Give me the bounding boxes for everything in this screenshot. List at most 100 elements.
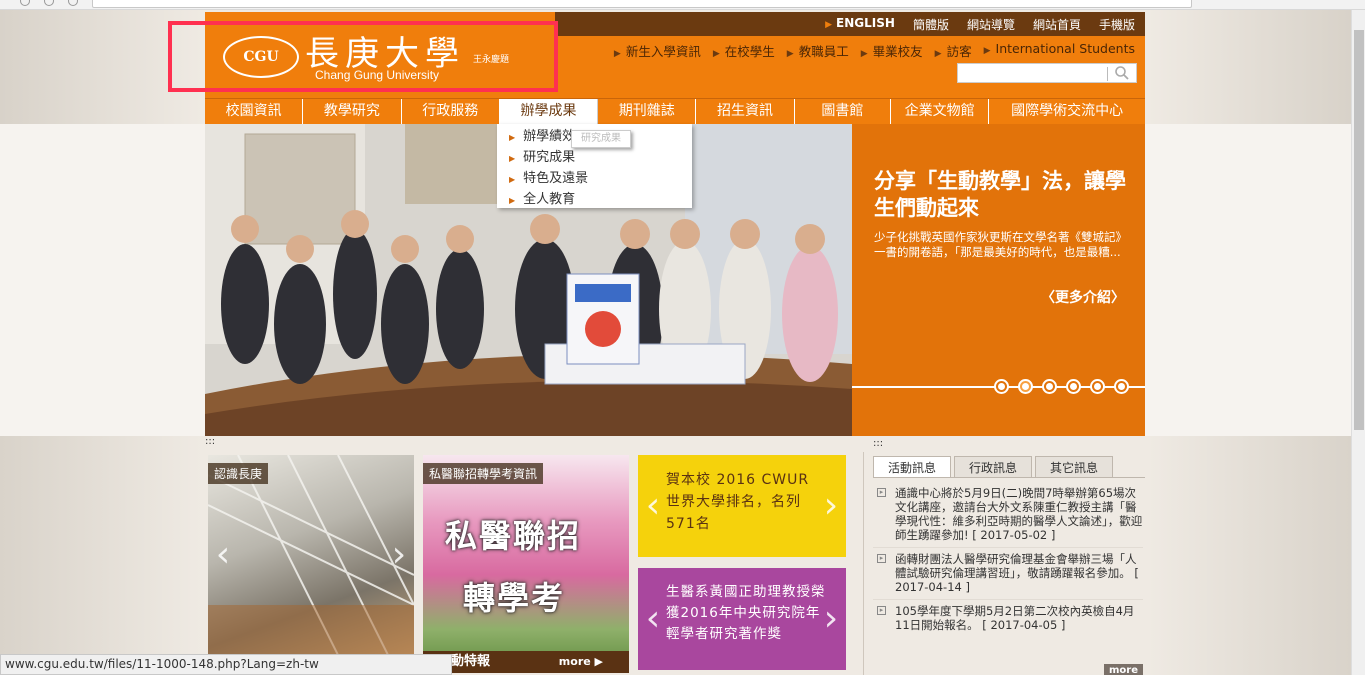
hero-more-link[interactable]: 〈更多介紹〉 bbox=[1041, 287, 1125, 307]
tile-transfer-exam[interactable]: 私醫聯招轉學考資訊 私醫聯招 轉學考 動特報 more ▶ bbox=[423, 455, 629, 673]
dropdown-item-research[interactable]: ▶ 研究成果 bbox=[497, 147, 692, 168]
triangle-right-icon: ▶ bbox=[860, 49, 868, 59]
news-tabs: 活動訊息 行政訊息 其它訊息 bbox=[873, 456, 1116, 478]
site-container: CGU 長庚大學 Chang Gung University 王永慶題 ▶ ENG… bbox=[168, 12, 1145, 675]
news-panel: 活動訊息 行政訊息 其它訊息 ▸ 通識中心將於5月9日(二)晚間7時舉辦第65場… bbox=[873, 452, 1145, 675]
search-divider bbox=[1107, 67, 1108, 81]
nav-campus-info[interactable]: 校園資訊 bbox=[205, 99, 304, 124]
triangle-right-icon: ▶ bbox=[934, 49, 942, 59]
news-more-button[interactable]: more bbox=[1103, 664, 1143, 675]
forward-icon[interactable] bbox=[44, 0, 54, 6]
section-marker: ::: bbox=[205, 436, 216, 447]
tab-other-news[interactable]: 其它訊息 bbox=[1035, 456, 1114, 478]
nav-admissions[interactable]: 招生資訊 bbox=[696, 99, 795, 124]
chevron-left-icon[interactable]: ‹ bbox=[212, 535, 234, 575]
bullet-arrow-icon: ▸ bbox=[877, 554, 886, 563]
nav-admin-services[interactable]: 行政服務 bbox=[402, 99, 500, 124]
nav-achievements[interactable]: 辦學成果 bbox=[499, 99, 599, 124]
reload-icon[interactable] bbox=[68, 0, 78, 6]
audience-link-students[interactable]: ▶ 在校學生 bbox=[713, 41, 775, 60]
logo-highlight-box bbox=[168, 21, 558, 92]
slide-dot-4[interactable] bbox=[1066, 379, 1081, 394]
dropdown-item-label: 研究成果 bbox=[523, 150, 576, 165]
chevron-right-icon[interactable]: › bbox=[820, 599, 842, 639]
search-icon[interactable] bbox=[1114, 65, 1130, 81]
tile-more-link[interactable]: more ▶ bbox=[559, 651, 603, 673]
audience-link-staff[interactable]: ▶ 教職員工 bbox=[787, 41, 849, 60]
slide-dot-6[interactable] bbox=[1114, 379, 1129, 394]
triangle-right-icon: ▶ bbox=[509, 196, 516, 205]
dropdown-item-label: 特色及遠景 bbox=[523, 171, 589, 186]
news-separator bbox=[873, 599, 1143, 600]
news-item[interactable]: ▸ 函轉財團法人醫學研究倫理基金會舉辦三場「人體試驗研究倫理講習班」，敬請踴躍報… bbox=[873, 552, 1143, 600]
audience-link-label: International Students bbox=[995, 41, 1135, 56]
dropdown-item-holistic[interactable]: ▶ 全人教育 bbox=[497, 189, 692, 210]
page-scrollbar[interactable] bbox=[1351, 10, 1365, 675]
hero-feature-panel: 分享「生動教學」法，讓學生們動起來 少子化挑戰英國作家狄更斯在文學名著《雙城記》… bbox=[852, 124, 1145, 436]
bullet-arrow-icon: ▸ bbox=[877, 488, 886, 497]
nav-teaching-research[interactable]: 教學研究 bbox=[303, 99, 402, 124]
audience-link-label: 訪客 bbox=[946, 44, 972, 59]
audience-link-label: 教職員工 bbox=[798, 44, 849, 59]
tile-label: 認識長庚 bbox=[208, 463, 269, 484]
dropdown-item-label: 辦學績效 bbox=[523, 129, 576, 144]
audience-link-visitors[interactable]: ▶ 訪客 bbox=[935, 41, 972, 60]
slide-dot-1[interactable] bbox=[994, 379, 1009, 394]
audience-link-alumni[interactable]: ▶ 畢業校友 bbox=[861, 41, 923, 60]
back-icon[interactable] bbox=[20, 0, 30, 6]
top-link-simplified[interactable]: 簡體版 bbox=[913, 16, 949, 33]
audience-link-label: 在校學生 bbox=[724, 44, 775, 59]
chevron-left-icon[interactable]: ‹ bbox=[642, 486, 664, 526]
nav-journals[interactable]: 期刊雜誌 bbox=[598, 99, 697, 124]
browser-status-bar: www.cgu.edu.tw/files/11-1000-148.php?Lan… bbox=[0, 654, 452, 675]
tile-headline: 轉學考 bbox=[463, 579, 566, 617]
nav-library[interactable]: 圖書館 bbox=[795, 99, 892, 124]
tab-activity-news[interactable]: 活動訊息 bbox=[873, 456, 952, 478]
audience-link-international[interactable]: ▶ International Students bbox=[984, 41, 1135, 60]
slide-indicators bbox=[994, 379, 1129, 394]
address-bar[interactable] bbox=[92, 0, 1192, 8]
slide-dot-2[interactable] bbox=[1018, 379, 1033, 394]
slide-dot-3[interactable] bbox=[1042, 379, 1057, 394]
triangle-right-icon: ▶ bbox=[983, 46, 991, 56]
section-marker: ::: bbox=[873, 438, 884, 449]
slide-dot-5[interactable] bbox=[1090, 379, 1105, 394]
tile-research-award[interactable]: 生醫系黃國正助理教授榮獲2016年中央研究院年輕學者研究著作獎 ‹ › bbox=[638, 568, 846, 670]
tab-admin-news[interactable]: 行政訊息 bbox=[954, 456, 1033, 478]
triangle-right-icon: ▶ bbox=[712, 49, 720, 59]
nav-international-center[interactable]: 國際學術交流中心 bbox=[989, 99, 1145, 124]
audience-link-new-students[interactable]: ▶ 新生入學資訊 bbox=[614, 41, 701, 60]
dropdown-item-label: 全人教育 bbox=[523, 192, 576, 207]
tile-footer-label: 動特報 bbox=[451, 654, 491, 669]
tile-about-cgu[interactable]: 認識長庚 ‹ › bbox=[208, 455, 414, 655]
tabs-underline bbox=[873, 477, 1145, 478]
site-header: CGU 長庚大學 Chang Gung University 王永慶題 ▶ ENG… bbox=[168, 12, 1145, 98]
dropdown-item-vision[interactable]: ▶ 特色及遠景 bbox=[497, 168, 692, 189]
chevron-right-icon[interactable]: › bbox=[820, 486, 842, 526]
top-link-label: ENGLISH bbox=[836, 16, 895, 30]
search-input[interactable] bbox=[958, 64, 1108, 82]
scrollbar-thumb[interactable] bbox=[1354, 30, 1364, 430]
chevron-left-icon[interactable]: ‹ bbox=[642, 599, 664, 639]
hero-headline[interactable]: 分享「生動教學」法，讓學生們動起來 bbox=[874, 168, 1134, 222]
triangle-right-icon: ▶ bbox=[509, 154, 516, 163]
top-link-home[interactable]: 網站首頁 bbox=[1033, 16, 1081, 33]
news-item[interactable]: ▸ 105學年度下學期5月2日第二次校內英檢自4月11日開始報名。 [ 2017… bbox=[877, 604, 1143, 632]
triangle-right-icon: ▶ bbox=[825, 20, 833, 30]
tile-headline: 私醫聯招 bbox=[445, 517, 582, 555]
news-item[interactable]: ▸ 通識中心將於5月9日(二)晚間7時舉辦第65場次文化講座，邀請台大外文系陳重… bbox=[873, 486, 1143, 548]
top-link-sitemap[interactable]: 網站導覽 bbox=[967, 16, 1015, 33]
search-box bbox=[957, 63, 1137, 83]
top-link-mobile[interactable]: 手機版 bbox=[1099, 16, 1135, 33]
triangle-right-icon: ▶ bbox=[509, 175, 516, 184]
chevron-right-icon[interactable]: › bbox=[388, 535, 410, 575]
top-link-english[interactable]: ▶ ENGLISH bbox=[825, 16, 895, 33]
tile-cwur-ranking[interactable]: 賀本校 2016 CWUR 世界大學排名，名列571名 ‹ › bbox=[638, 455, 846, 557]
tile-text: 賀本校 2016 CWUR 世界大學排名，名列571名 bbox=[666, 472, 810, 532]
achievements-dropdown: ▶ 辦學績效 ▶ 研究成果 ▶ 特色及遠景 ▶ 全人教育 研究成果 bbox=[497, 124, 692, 208]
top-links: ▶ ENGLISH 簡體版 網站導覽 網站首頁 手機版 bbox=[825, 16, 1135, 33]
news-separator bbox=[873, 547, 1143, 548]
tile-footer: 動特報 more ▶ bbox=[423, 651, 629, 673]
nav-corporate-museum[interactable]: 企業文物館 bbox=[891, 99, 990, 124]
news-list: ▸ 通識中心將於5月9日(二)晚間7時舉辦第65場次文化講座，邀請台大外文系陳重… bbox=[873, 486, 1143, 642]
